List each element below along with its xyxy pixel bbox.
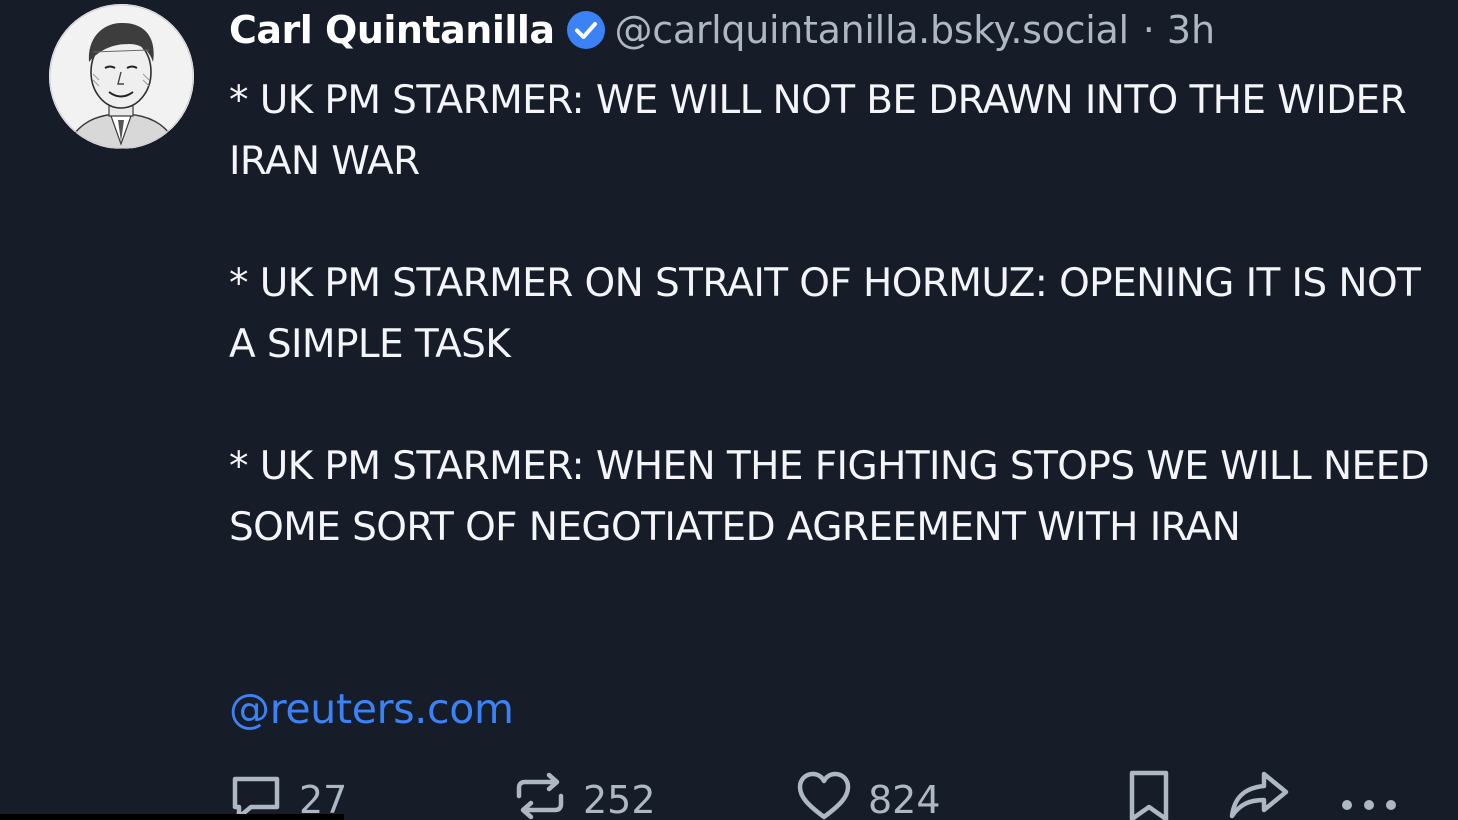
post-body: * UK PM STARMER: WE WILL NOT BE DRAWN IN… — [229, 70, 1444, 619]
post-header: Carl Quintanilla @carlquintanilla.bsky.s… — [229, 4, 1215, 56]
reply-button[interactable]: 27 — [229, 770, 347, 820]
post-paragraph: * UK PM STARMER ON STRAIT OF HORMUZ: OPE… — [229, 261, 1421, 367]
bookmark-icon — [1126, 769, 1172, 820]
repost-button[interactable]: 252 — [513, 770, 656, 820]
portrait-avatar — [49, 4, 194, 149]
post-actions-bar: 27 252 824 — [0, 770, 1458, 820]
share-button[interactable] — [1228, 770, 1290, 820]
heart-icon — [796, 771, 852, 820]
more-options-button[interactable] — [1340, 770, 1398, 820]
author-display-name[interactable]: Carl Quintanilla — [229, 8, 555, 52]
post-timestamp[interactable]: 3h — [1167, 8, 1215, 52]
author-avatar[interactable] — [49, 4, 194, 149]
more-options-icon — [1340, 778, 1398, 820]
share-icon — [1228, 770, 1290, 820]
like-count: 824 — [868, 778, 941, 820]
bookmark-button[interactable] — [1126, 770, 1172, 820]
reply-icon — [229, 773, 283, 820]
repost-count: 252 — [583, 778, 656, 820]
post-paragraph: * UK PM STARMER: WHEN THE FIGHTING STOPS… — [229, 444, 1430, 550]
author-handle[interactable]: @carlquintanilla.bsky.social — [615, 8, 1129, 52]
header-separator: · — [1142, 8, 1155, 52]
bottom-edge-bar — [0, 814, 344, 820]
verified-check-icon[interactable] — [565, 9, 607, 51]
mention-link[interactable]: @reuters.com — [229, 681, 514, 737]
repost-icon — [513, 772, 567, 820]
post-paragraph: * UK PM STARMER: WE WILL NOT BE DRAWN IN… — [229, 78, 1407, 184]
post-card: Carl Quintanilla @carlquintanilla.bsky.s… — [0, 0, 1458, 820]
like-button[interactable]: 824 — [796, 770, 941, 820]
